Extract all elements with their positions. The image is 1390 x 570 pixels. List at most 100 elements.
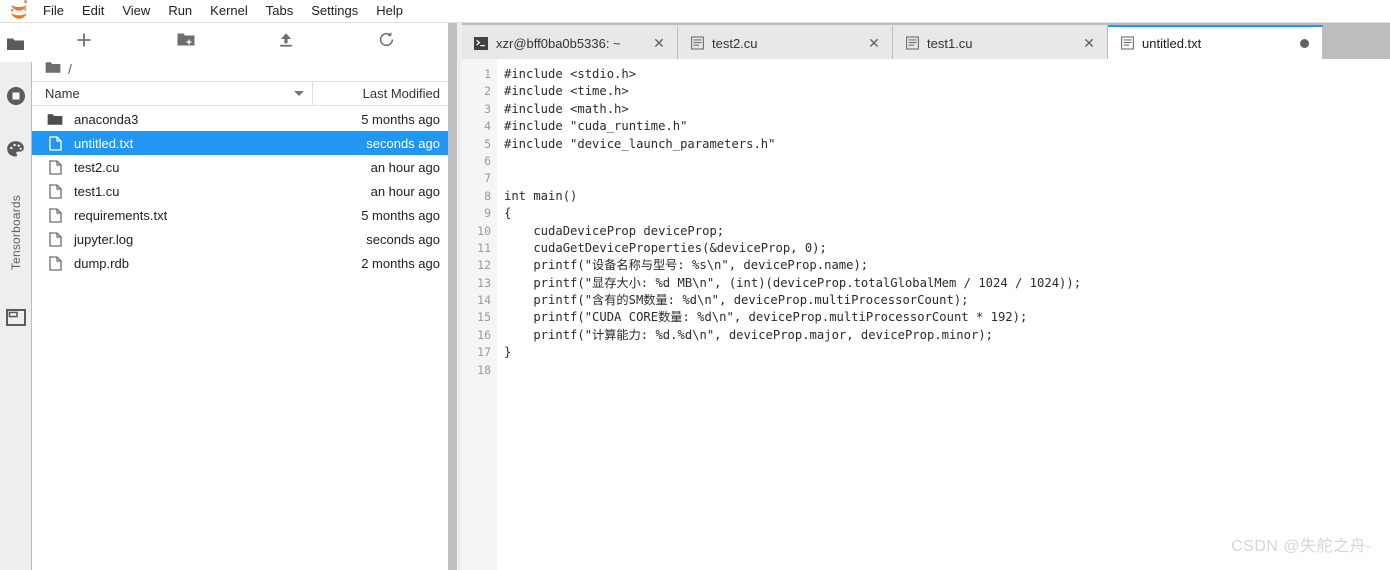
list-item[interactable]: test1.cu an hour ago (32, 179, 448, 203)
code-line: printf("CUDA CORE数量: %d\n", deviceProp.m… (504, 310, 1028, 325)
column-header-name-label: Name (45, 86, 80, 101)
line-number: 1 (484, 67, 491, 81)
code-line: { (504, 206, 512, 221)
new-folder-button[interactable] (136, 26, 236, 54)
menu-item-help[interactable]: Help (367, 0, 412, 22)
menu-item-file[interactable]: File (34, 0, 73, 22)
folder-icon (45, 61, 61, 77)
file-name: jupyter.log (74, 231, 134, 247)
menu-item-kernel[interactable]: Kernel (201, 0, 257, 22)
file-name: untitled.txt (74, 135, 134, 151)
breadcrumb-path[interactable]: / (68, 61, 72, 77)
column-header-last-modified-label: Last Modified (362, 86, 440, 101)
line-number: 4 (484, 119, 491, 134)
main-dock-area: xzr@bff0ba0b5336: ~ ✕ test2.cu ✕ test1.c… (462, 23, 1390, 570)
tab-label: untitled.txt (1142, 35, 1202, 51)
close-icon[interactable]: ✕ (1079, 36, 1099, 50)
scrollbar-thumb[interactable] (448, 23, 457, 570)
upload-files-button[interactable] (236, 26, 336, 54)
new-folder-icon (177, 33, 195, 46)
refresh-file-list-button[interactable] (336, 26, 436, 54)
text-file-icon (1118, 36, 1136, 50)
tab-test1-cu[interactable]: test1.cu ✕ (893, 25, 1108, 59)
column-header-name[interactable]: Name (32, 82, 313, 105)
line-number: 10 (477, 223, 491, 238)
line-number: 13 (477, 275, 491, 290)
file-name: dump.rdb (74, 255, 129, 271)
breadcrumb[interactable]: / (32, 56, 448, 81)
sidebar-item-file-browser[interactable] (0, 27, 31, 63)
file-browser-scrollbar[interactable] (448, 23, 457, 570)
tab-test2-cu[interactable]: test2.cu ✕ (678, 25, 893, 59)
activity-bar: Tensorboards (0, 23, 32, 570)
file-name: test1.cu (74, 183, 120, 199)
folder-icon (40, 113, 70, 126)
code-line: printf("计算能力: %d.%d\n", deviceProp.major… (504, 327, 993, 342)
line-number: 15 (477, 310, 491, 325)
file-browser-toolbar (32, 23, 448, 56)
jupyter-logo-icon[interactable] (0, 0, 34, 22)
list-item[interactable]: requirements.txt 5 months ago (32, 203, 448, 227)
file-icon (40, 207, 70, 223)
line-number: 2 (484, 84, 491, 99)
terminal-icon (472, 36, 490, 50)
plus-icon (77, 33, 91, 46)
list-item[interactable]: dump.rdb 2 months ago (32, 251, 448, 275)
list-item[interactable]: test2.cu an hour ago (32, 155, 448, 179)
menu-item-view[interactable]: View (113, 0, 159, 22)
file-modified: 5 months ago (361, 111, 440, 127)
file-icon (40, 231, 70, 247)
code-line: } (504, 345, 512, 360)
file-icon (40, 135, 70, 151)
code-line: printf("显存大小: %d MB\n", (int)(deviceProp… (504, 275, 1082, 290)
column-header-last-modified[interactable]: Last Modified (313, 82, 448, 105)
file-browser-panel: / Name Last Modified anaconda3 5 months … (32, 23, 448, 570)
file-icon (40, 255, 70, 271)
file-modified: an hour ago (370, 183, 440, 199)
line-number: 16 (477, 327, 491, 342)
text-editor[interactable]: 1 2 3 4 5 6 7 8 9 10 11 12 13 14 15 16 1… (462, 59, 1390, 570)
menu-item-settings[interactable]: Settings (302, 0, 367, 22)
sidebar-item-extension-manager[interactable] (0, 133, 31, 169)
list-item[interactable]: anaconda3 5 months ago (32, 107, 448, 131)
list-item[interactable]: untitled.txt seconds ago (32, 131, 448, 155)
folder-icon (6, 36, 25, 55)
jupyter-logo-svg (10, 0, 28, 19)
tab-untitled-txt[interactable]: untitled.txt (1108, 25, 1323, 59)
code-content[interactable]: #include <stdio.h> #include <time.h> #in… (497, 59, 1390, 570)
menu-item-run[interactable]: Run (159, 0, 201, 22)
tab-terminal[interactable]: xzr@bff0ba0b5336: ~ ✕ (462, 25, 678, 59)
unsaved-changes-icon[interactable] (1294, 38, 1314, 48)
menu-item-tabs[interactable]: Tabs (257, 0, 302, 22)
running-kernels-icon (6, 86, 26, 109)
close-icon[interactable]: ✕ (649, 36, 669, 50)
line-number: 11 (477, 240, 491, 255)
palette-icon (6, 140, 25, 162)
new-launcher-button[interactable] (32, 26, 136, 54)
code-line: printf("含有的SM数量: %d\n", deviceProp.multi… (504, 293, 969, 308)
upload-icon (280, 32, 292, 47)
line-number: 6 (484, 153, 491, 168)
sidebar-item-running-kernels[interactable] (0, 79, 31, 115)
line-number: 8 (484, 188, 491, 203)
list-item[interactable]: jupyter.log seconds ago (32, 227, 448, 251)
code-line: cudaGetDeviceProperties(&deviceProp, 0); (504, 240, 827, 255)
line-number: 18 (477, 362, 491, 377)
text-file-icon (903, 36, 921, 50)
refresh-icon (379, 32, 393, 47)
sidebar-item-table-of-contents[interactable] (0, 301, 31, 337)
file-modified: an hour ago (370, 159, 440, 175)
close-icon[interactable]: ✕ (864, 36, 884, 50)
tab-label: test1.cu (927, 35, 973, 51)
file-name: anaconda3 (74, 111, 139, 127)
tab-bar: xzr@bff0ba0b5336: ~ ✕ test2.cu ✕ test1.c… (462, 23, 1390, 59)
line-number: 7 (484, 171, 491, 186)
sidebar-item-tensorboards[interactable]: Tensorboards (0, 178, 31, 288)
code-line: int main() (504, 188, 578, 203)
file-list: anaconda3 5 months ago untitled.txt seco… (32, 107, 448, 570)
code-line: #include "cuda_runtime.h" (504, 119, 688, 134)
line-number: 9 (484, 206, 491, 221)
menu-item-edit[interactable]: Edit (73, 0, 113, 22)
